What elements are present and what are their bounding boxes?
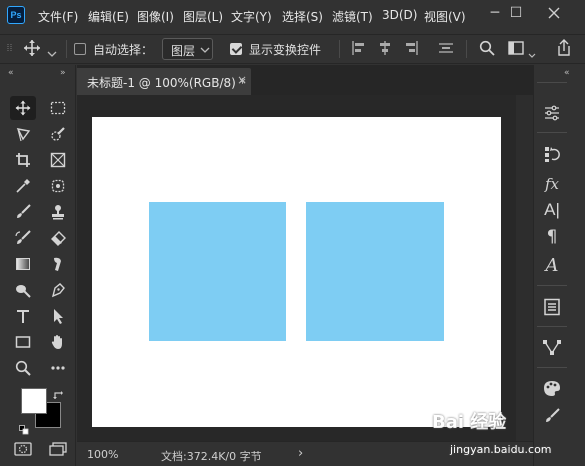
screen-mode-icon[interactable] xyxy=(45,438,71,462)
status-menu-arrow-icon[interactable]: › xyxy=(298,446,303,461)
collapse-arrows-icon[interactable] xyxy=(6,43,14,56)
layer-select-dropdown[interactable]: 图层 xyxy=(162,38,213,60)
auto-select-checkbox[interactable] xyxy=(74,43,86,55)
close-icon[interactable]: × xyxy=(237,73,247,87)
swap-colors-icon[interactable] xyxy=(52,386,64,399)
close-window-button[interactable] xyxy=(540,2,568,24)
baidu-watermark: Bai 经验 xyxy=(432,412,507,433)
swatches-icon[interactable] xyxy=(540,376,564,400)
more-tools-icon[interactable] xyxy=(45,356,71,380)
zoom-level[interactable]: 100% xyxy=(87,448,118,461)
collapse-dock-icon[interactable]: « xyxy=(564,68,569,78)
photoshop-logo-icon[interactable]: Ps xyxy=(7,6,25,24)
chevron-down-icon[interactable] xyxy=(46,43,58,57)
collapse-panel-icon[interactable]: « xyxy=(8,68,13,78)
menu-type[interactable]: 文字(Y) xyxy=(231,8,272,25)
gradient-icon[interactable] xyxy=(10,252,36,276)
glyphs-icon[interactable]: A xyxy=(540,254,564,278)
show-transform-checkbox[interactable] xyxy=(230,43,242,55)
document-info: 文档:372.4K/0 字节 xyxy=(161,450,262,463)
character-icon[interactable]: A| xyxy=(540,198,564,222)
paragraph-icon[interactable]: ¶ xyxy=(540,225,564,249)
document-tab-title: 未标题-1 @ 100%(RGB/8) * xyxy=(87,76,246,90)
quick-mask-icon[interactable] xyxy=(10,438,36,462)
align-center-icon[interactable] xyxy=(376,40,394,58)
menu-image[interactable]: 图像(I) xyxy=(137,8,174,25)
frame-icon[interactable] xyxy=(45,148,71,172)
auto-select-label: 自动选择： xyxy=(93,43,154,57)
expand-panel-icon[interactable]: » xyxy=(60,68,65,78)
brushes-icon[interactable] xyxy=(540,404,564,428)
menu-file[interactable]: 文件(F) xyxy=(38,8,78,25)
lasso-icon[interactable] xyxy=(10,122,36,146)
align-left-icon[interactable] xyxy=(350,40,368,58)
blue-rectangle-left[interactable] xyxy=(149,202,286,341)
zoom-icon[interactable] xyxy=(10,356,36,380)
marquee-icon[interactable] xyxy=(45,96,71,120)
type-icon[interactable] xyxy=(10,304,36,328)
menu-view[interactable]: 视图(V) xyxy=(424,8,466,25)
paths-icon[interactable] xyxy=(540,336,564,360)
history-brush-icon[interactable] xyxy=(10,226,36,250)
crop-icon[interactable] xyxy=(10,148,36,172)
eraser-icon[interactable] xyxy=(45,226,71,250)
rectangle-icon[interactable] xyxy=(10,330,36,354)
baidu-watermark-url: jingyan.baidu.com xyxy=(450,443,552,456)
menu-edit[interactable]: 编辑(E) xyxy=(88,8,129,25)
hand-icon[interactable] xyxy=(45,330,71,354)
vertical-scrollbar[interactable] xyxy=(516,95,533,441)
fx-icon[interactable]: fx xyxy=(540,172,564,196)
pen-icon[interactable] xyxy=(45,278,71,302)
menu-layer[interactable]: 图层(L) xyxy=(183,8,223,25)
smudge-icon[interactable] xyxy=(45,252,71,276)
blue-rectangle-right[interactable] xyxy=(306,202,444,341)
document-tab[interactable]: 未标题-1 @ 100%(RGB/8) * × xyxy=(77,68,251,95)
chevron-down-icon xyxy=(200,47,210,53)
adjustments-icon[interactable] xyxy=(540,101,564,125)
properties-icon[interactable] xyxy=(540,295,564,319)
menu-3d[interactable]: 3D(D) xyxy=(382,8,417,22)
eyedropper-icon[interactable] xyxy=(10,174,36,198)
menu-filter[interactable]: 滤镜(T) xyxy=(332,8,373,25)
quick-select-icon[interactable] xyxy=(45,122,71,146)
move-icon[interactable] xyxy=(10,96,36,120)
path-select-icon[interactable] xyxy=(45,304,71,328)
align-right-icon[interactable] xyxy=(402,40,420,58)
align-top-icon[interactable] xyxy=(437,40,455,58)
layer-select-value: 图层 xyxy=(171,44,196,58)
workspace-icon[interactable] xyxy=(507,40,527,58)
move-tool-preset-icon[interactable] xyxy=(22,39,42,59)
document-tab-bar: 未标题-1 @ 100%(RGB/8) * × xyxy=(77,65,533,95)
default-colors-icon[interactable] xyxy=(19,420,29,435)
history-icon[interactable] xyxy=(540,142,564,166)
maximize-button[interactable]: ☐ xyxy=(502,2,530,24)
dodge-icon[interactable] xyxy=(10,278,36,302)
search-icon[interactable] xyxy=(478,40,496,58)
patch-icon[interactable] xyxy=(45,174,71,198)
close-icon xyxy=(548,7,560,19)
share-icon[interactable] xyxy=(555,39,573,59)
chevron-down-icon[interactable] xyxy=(527,44,537,58)
document-canvas[interactable] xyxy=(92,117,501,427)
brush-icon[interactable] xyxy=(10,200,36,224)
menu-bar: Ps 文件(F) 编辑(E) 图像(I) 图层(L) 文字(Y) 选择(S) 滤… xyxy=(0,0,585,33)
show-transform-label: 显示变换控件 xyxy=(249,43,322,57)
stamp-icon[interactable] xyxy=(45,200,71,224)
menu-select[interactable]: 选择(S) xyxy=(282,8,323,25)
foreground-color-swatch[interactable] xyxy=(21,388,47,414)
